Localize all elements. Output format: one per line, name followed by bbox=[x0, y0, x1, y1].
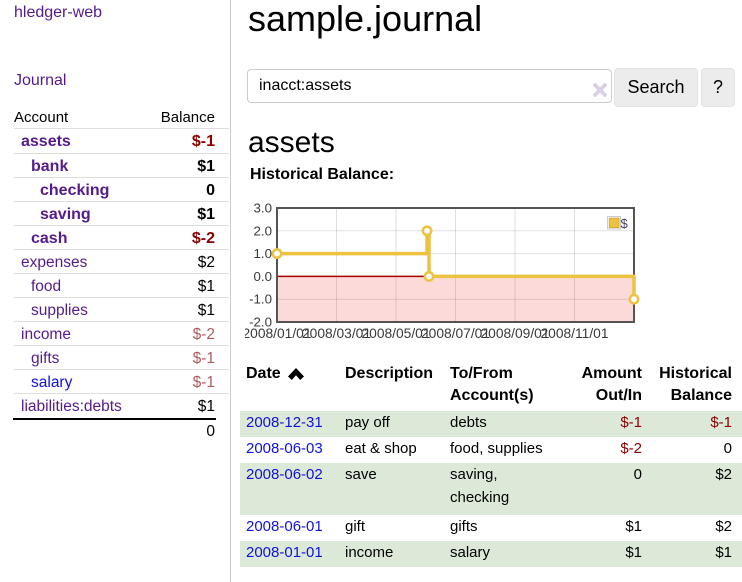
svg-text:0.0: 0.0 bbox=[254, 269, 273, 284]
svg-text:3.0: 3.0 bbox=[254, 201, 273, 216]
svg-text:2.0: 2.0 bbox=[254, 223, 273, 238]
svg-text:2008/11/01: 2008/11/01 bbox=[540, 326, 608, 341]
svg-text:-1.0: -1.0 bbox=[249, 292, 272, 307]
svg-text:$: $ bbox=[621, 216, 629, 231]
svg-text:2008/09/01: 2008/09/01 bbox=[480, 326, 549, 341]
svg-text:1.0: 1.0 bbox=[254, 246, 273, 261]
